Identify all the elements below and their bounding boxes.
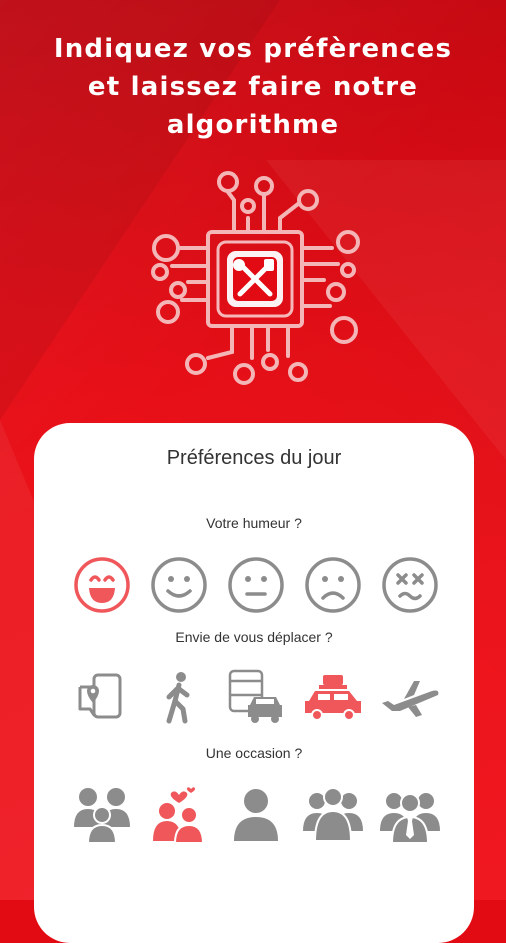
headline-line-2: et laissez faire notre [87, 72, 419, 102]
card-title: Préférences du jour [166, 447, 342, 469]
sad-face-icon[interactable] [301, 553, 365, 617]
airplane-icon[interactable] [378, 665, 442, 729]
friends-group-icon[interactable] [301, 783, 365, 847]
occasion-options [70, 783, 440, 847]
travel-question: Envie de vous déplacer ? [175, 629, 333, 645]
preferences-card: Préférences du jour Votre humeur ? Envie… [34, 423, 474, 943]
mood-question: Votre humeur ? [206, 515, 302, 531]
family-icon[interactable] [70, 783, 134, 847]
bus-car-icon[interactable] [224, 665, 288, 729]
occasion-question: Une occasion ? [205, 745, 303, 761]
single-person-icon[interactable] [224, 783, 288, 847]
walking-icon[interactable] [147, 665, 211, 729]
couple-hearts-icon[interactable] [147, 783, 211, 847]
headline-line-3: algorithme [166, 110, 340, 140]
neutral-face-icon[interactable] [224, 553, 288, 617]
phone-map-icon[interactable] [70, 665, 134, 729]
headline-line-1: Indiquez vos préfèrences [53, 34, 453, 64]
headline: Indiquez vos préfèrences et laissez fair… [20, 30, 486, 144]
travel-options [70, 665, 440, 729]
chip-fork-knife-icon [151, 171, 360, 385]
smile-icon[interactable] [147, 553, 211, 617]
dizzy-face-icon[interactable] [378, 553, 442, 617]
car-luggage-icon[interactable] [301, 665, 365, 729]
business-people-icon[interactable] [378, 783, 442, 847]
mood-options [70, 553, 440, 617]
very-happy-icon[interactable] [70, 553, 134, 617]
